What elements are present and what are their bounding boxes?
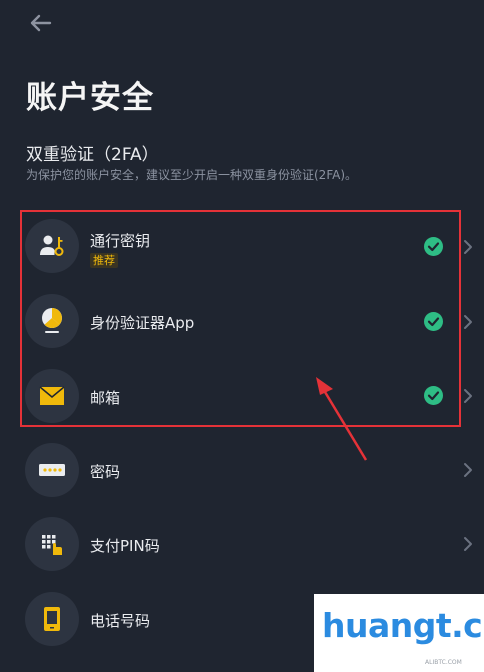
security-item-label: 支付PIN码	[90, 537, 160, 555]
chevron-right-icon	[464, 463, 472, 477]
chevron-right-icon	[464, 315, 472, 329]
annotation-arrow-icon	[316, 377, 368, 461]
security-item-label: 电话号码	[90, 612, 151, 630]
keypad-icon	[25, 517, 79, 571]
phone-icon	[25, 592, 79, 646]
chevron-right-icon	[464, 389, 472, 403]
page-title: 账户安全	[26, 80, 154, 116]
watermark-logo: huangt.cn	[322, 606, 484, 645]
security-item-label: 密码	[90, 463, 121, 481]
highlight-box	[20, 210, 461, 427]
password-icon	[25, 443, 79, 497]
chevron-right-icon	[464, 240, 472, 254]
back-arrow-icon[interactable]	[28, 10, 54, 36]
twofa-section-description: 为保护您的账户安全，建议至少开启一种双重身份验证(2FA)。	[26, 168, 358, 182]
watermark-subtext: ALIBTC.COM	[425, 659, 462, 666]
security-item-password[interactable]: 密码	[0, 433, 484, 507]
chevron-right-icon	[464, 537, 472, 551]
security-item-payment-pin[interactable]: 支付PIN码	[0, 507, 484, 581]
twofa-section-title: 双重验证（2FA）	[26, 145, 159, 165]
